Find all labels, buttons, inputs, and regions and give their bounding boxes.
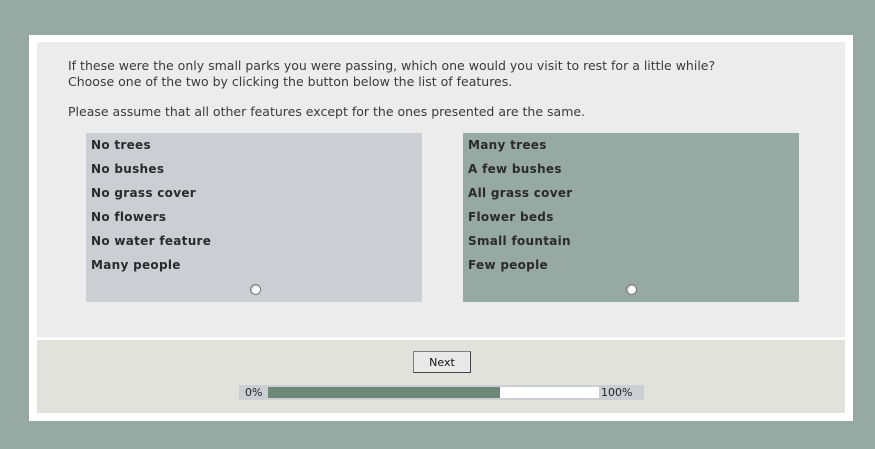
assumption-line: Please assume that all other features ex… (68, 104, 586, 119)
option-right-radio[interactable] (626, 284, 637, 295)
option-left-card: No trees No bushes No grass cover No flo… (86, 133, 422, 302)
feature-item: Many trees (468, 138, 547, 152)
feature-item: All grass cover (468, 186, 573, 200)
progress-start-label: 0% (245, 386, 263, 399)
progress-end-label: 100% (601, 386, 633, 399)
feature-item: Flower beds (468, 210, 554, 224)
feature-item: No grass cover (91, 186, 196, 200)
feature-item: A few bushes (468, 162, 562, 176)
feature-item: Many people (91, 258, 181, 272)
feature-item: No trees (91, 138, 151, 152)
question-text: If these were the only small parks you w… (68, 58, 828, 120)
option-left-radio[interactable] (250, 284, 261, 295)
next-button[interactable]: Next (413, 351, 471, 373)
option-right-card: Many trees A few bushes All grass cover … (463, 133, 799, 302)
progress-track (268, 387, 599, 398)
progress-fill (268, 387, 500, 398)
feature-item: No bushes (91, 162, 165, 176)
progress-bar: 0% 100% (239, 385, 644, 400)
question-line: If these were the only small parks you w… (68, 58, 716, 73)
feature-item: Few people (468, 258, 548, 272)
instruction-line: Choose one of the two by clicking the bu… (68, 73, 513, 89)
feature-item: No flowers (91, 210, 167, 224)
feature-item: No water feature (91, 234, 212, 248)
feature-item: Small fountain (468, 234, 571, 248)
